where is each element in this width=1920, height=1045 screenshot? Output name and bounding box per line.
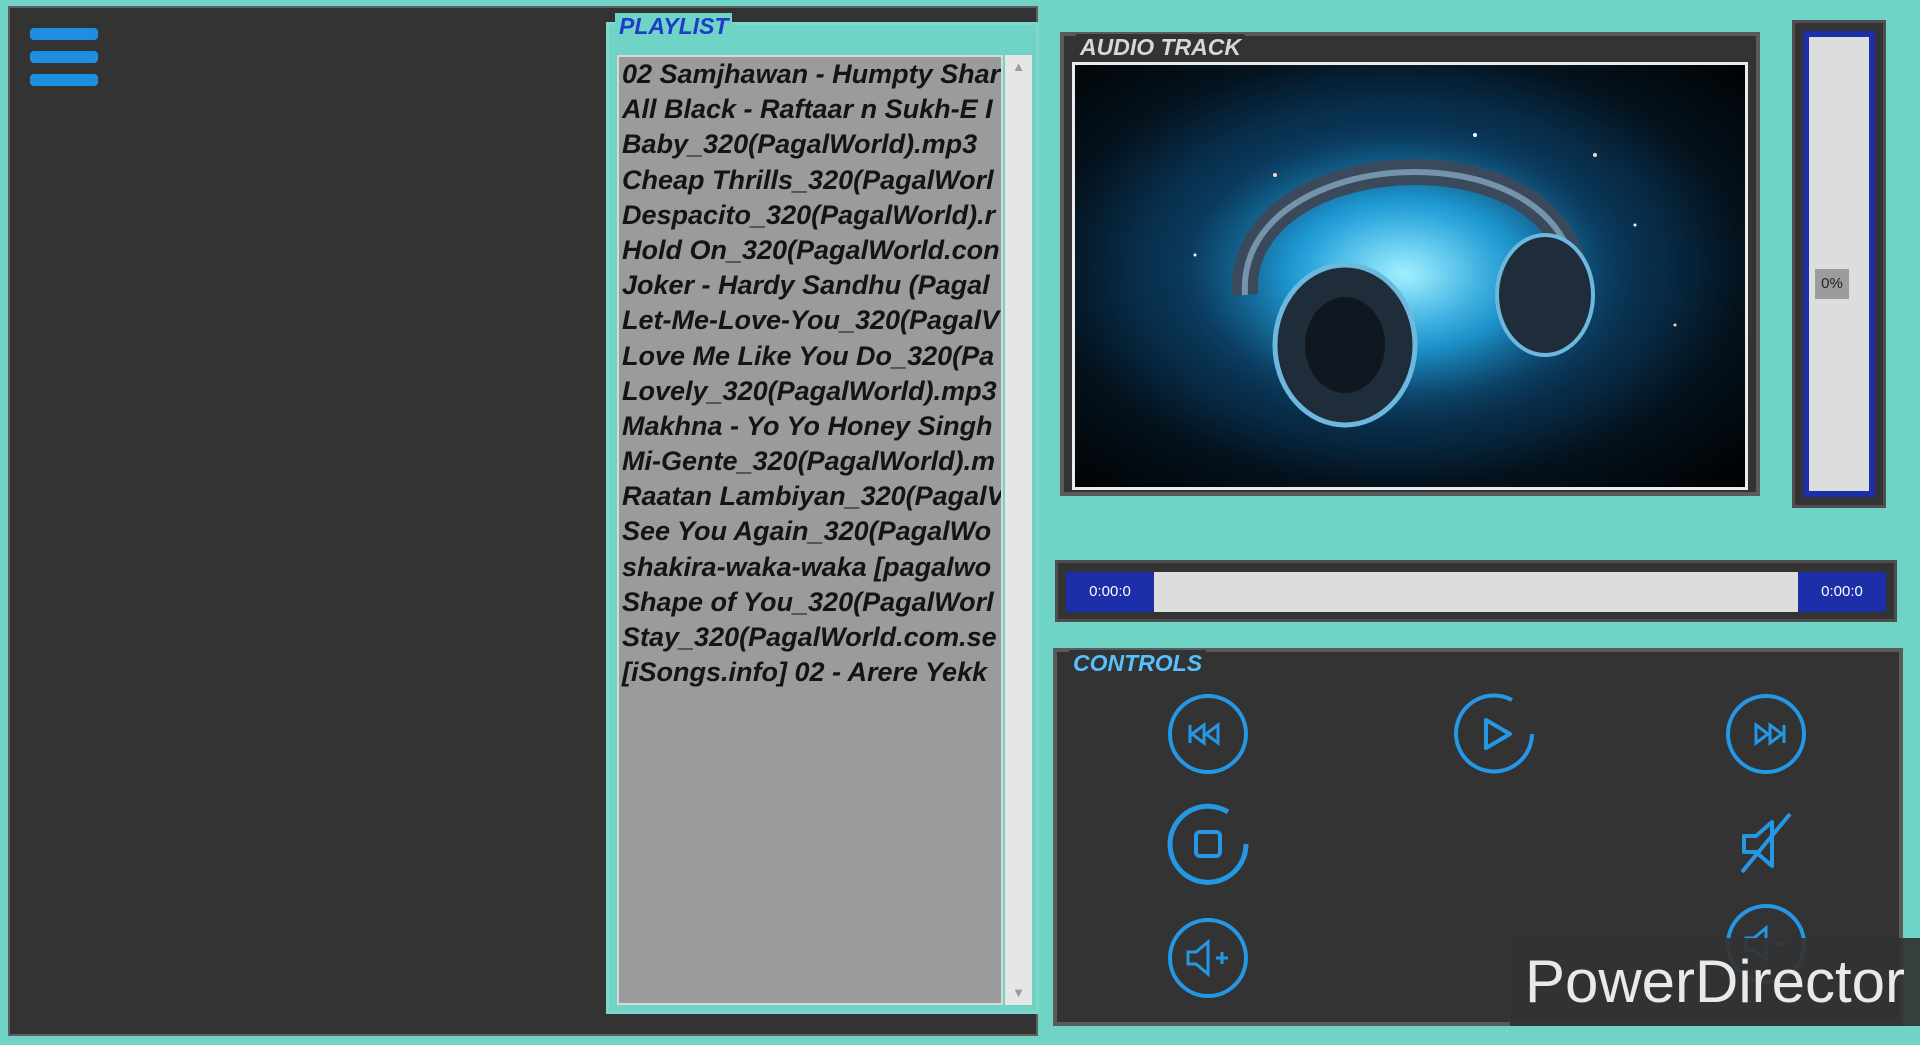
elapsed-time: 0:00:0: [1066, 572, 1154, 612]
previous-icon: [1168, 694, 1248, 774]
playlist-scrollbar[interactable]: ▲ ▼: [1005, 55, 1032, 1005]
vertical-progress-frame: 0%: [1803, 31, 1875, 497]
playlist-item[interactable]: Despacito_320(PagalWorld).r: [619, 198, 1001, 233]
volume-up-button[interactable]: [1166, 916, 1250, 1000]
stop-button[interactable]: [1166, 802, 1250, 886]
playlist-item[interactable]: Makhna - Yo Yo Honey Singh: [619, 409, 1001, 444]
left-panel: PLAYLIST 02 Samjhawan - Humpty Shar All B…: [8, 6, 1039, 1036]
seek-bar: 0:00:0 0:00:0: [1055, 560, 1897, 622]
vertical-progress-label: 0%: [1815, 269, 1849, 299]
volume-up-icon: [1168, 918, 1248, 998]
playlist-item[interactable]: Love Me Like You Do_320(Pa: [619, 339, 1001, 374]
playlist-item[interactable]: Mi-Gente_320(PagalWorld).m: [619, 444, 1001, 479]
playlist-item[interactable]: Joker - Hardy Sandhu (Pagal: [619, 268, 1001, 303]
audio-track-title: AUDIO TRACK: [1076, 34, 1245, 60]
playlist-group: PLAYLIST 02 Samjhawan - Humpty Shar All B…: [606, 13, 1039, 1014]
playlist-item[interactable]: 02 Samjhawan - Humpty Shar: [619, 57, 1001, 92]
previous-button[interactable]: [1166, 692, 1250, 776]
vertical-progress-bar: 0%: [1792, 20, 1886, 508]
album-art-image: [1072, 62, 1748, 490]
playlist-item[interactable]: Hold On_320(PagalWorld.con: [619, 233, 1001, 268]
playlist-item[interactable]: Cheap Thrills_320(PagalWorl: [619, 163, 1001, 198]
controls-title: CONTROLS: [1069, 650, 1207, 676]
stop-icon: [1167, 803, 1249, 885]
playlist-item[interactable]: See You Again_320(PagalWo: [619, 514, 1001, 549]
play-button[interactable]: [1452, 692, 1536, 776]
audio-track-group: AUDIO TRACK: [1060, 32, 1760, 496]
next-icon: [1726, 694, 1806, 774]
next-button[interactable]: [1724, 692, 1808, 776]
playlist-item[interactable]: Let-Me-Love-You_320(PagalV: [619, 303, 1001, 338]
playlist-item[interactable]: Stay_320(PagalWorld.com.se: [619, 620, 1001, 655]
seek-track[interactable]: [1154, 572, 1802, 612]
playlist-item[interactable]: [iSongs.info] 02 - Arere Yekk: [619, 655, 1001, 690]
playlist-item[interactable]: Raatan Lambiyan_320(PagalV: [619, 479, 1001, 514]
playlist-listbox[interactable]: 02 Samjhawan - Humpty Shar All Black - Ra…: [617, 55, 1003, 1005]
mute-button[interactable]: [1724, 802, 1808, 886]
playlist-item[interactable]: All Black - Raftaar n Sukh-E I: [619, 92, 1001, 127]
scroll-up-icon[interactable]: ▲: [1005, 55, 1032, 79]
playlist-title: PLAYLIST: [615, 13, 733, 39]
mute-icon: [1740, 812, 1792, 874]
headphones-artwork-icon: [1145, 105, 1677, 445]
vertical-progress-track: [1809, 37, 1869, 491]
hamburger-menu-icon[interactable]: [30, 28, 98, 86]
playlist-item[interactable]: Lovely_320(PagalWorld).mp3: [619, 374, 1001, 409]
total-time: 0:00:0: [1798, 572, 1886, 612]
playlist-item[interactable]: shakira-waka-waka [pagalwo: [619, 550, 1001, 585]
playlist-item[interactable]: Shape of You_320(PagalWorl: [619, 585, 1001, 620]
play-icon: [1454, 693, 1534, 774]
powerdirector-watermark: PowerDirector: [1510, 938, 1920, 1026]
scroll-down-icon[interactable]: ▼: [1005, 981, 1032, 1005]
playlist-item[interactable]: Baby_320(PagalWorld).mp3: [619, 127, 1001, 162]
